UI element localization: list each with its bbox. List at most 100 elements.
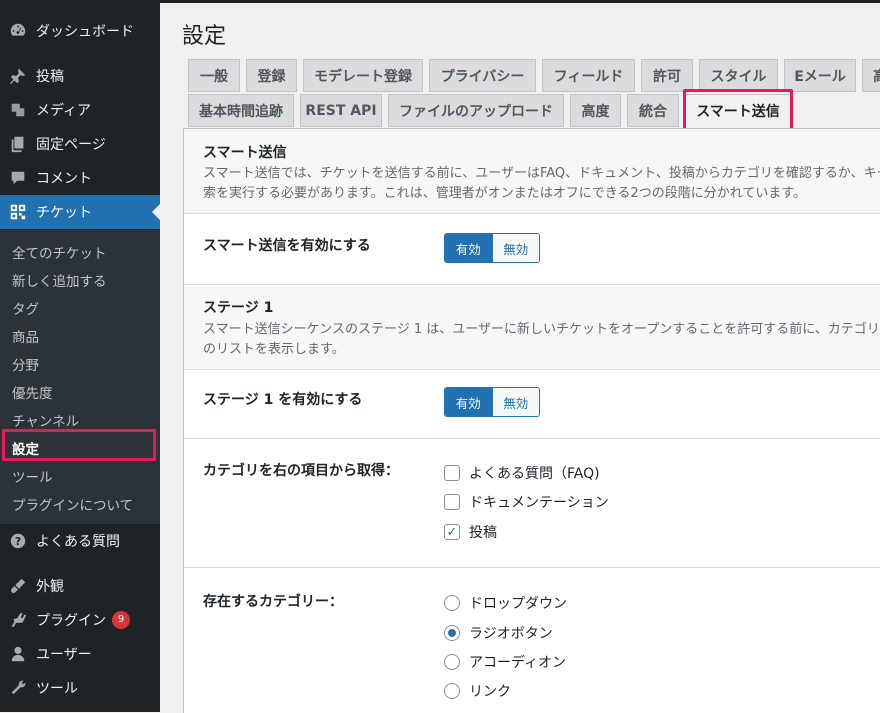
submenu-add-new[interactable]: 新しく追加する [12, 270, 107, 290]
source-posts-option[interactable]: ✓ 投稿 [444, 522, 497, 542]
tab-style[interactable]: スタイル [699, 59, 778, 92]
smart-submit-desc-line1: スマート送信では、チケットを送信する前に、ユーザーはFAQ、ドキュメント、投稿か… [203, 166, 880, 181]
enable-smart-submit-label: スマート送信を有効にする [203, 238, 371, 254]
dashboard-icon [0, 22, 36, 40]
submenu-fields[interactable]: 分野 [12, 354, 39, 374]
layout-links-radio[interactable] [444, 683, 460, 699]
submenu-about[interactable]: プラグインについて [12, 494, 133, 514]
menu-comments-label: コメント [36, 171, 92, 187]
tab-fields[interactable]: フィールド [542, 59, 635, 92]
source-docs-checkbox[interactable] [444, 494, 460, 510]
smart-submit-toggle-on[interactable]: 有効 [445, 234, 492, 262]
menu-appearance[interactable]: 外観 [0, 569, 160, 603]
menu-appearance-label: 外観 [36, 579, 64, 595]
submenu-products[interactable]: 商品 [12, 326, 39, 346]
stage1-section-header: ステージ 1 スマート送信シーケンスのステージ 1 は、ユーザーに新しいチケット… [184, 284, 880, 370]
smart-submit-toggle[interactable]: 有効 無効 [444, 233, 540, 263]
stage1-toggle[interactable]: 有効 無効 [444, 387, 540, 417]
smart-submit-section-header: スマート送信 スマート送信では、チケットを送信する前に、ユーザーはFAQ、ドキュ… [184, 129, 880, 214]
menu-pages[interactable]: 固定ページ [0, 127, 160, 161]
menu-dashboard[interactable]: ダッシュボード [0, 14, 160, 48]
submenu-tags[interactable]: タグ [12, 298, 39, 318]
submenu-all-tickets[interactable]: 全てのチケット [12, 242, 107, 262]
tickets-submenu: 全てのチケット 新しく追加する タグ 商品 分野 優先度 チャンネル 設定 ツー… [0, 230, 160, 524]
tab-email[interactable]: Eメール [784, 59, 856, 92]
menu-users[interactable]: ユーザー [0, 637, 160, 671]
tab-general[interactable]: 一般 [188, 59, 240, 92]
menu-media-label: メディア [36, 103, 92, 119]
stage1-title: ステージ 1 [203, 300, 274, 316]
help-icon: ? [0, 532, 36, 550]
enable-stage1-label: ステージ 1 を有効にする [203, 392, 363, 408]
smart-submit-desc-line2: 索を実行する必要があります。これは、管理者がオンまたはオフにできる2つの段階に分… [203, 186, 807, 201]
submenu-priority[interactable]: 優先度 [12, 382, 53, 402]
tab-moderate-registration[interactable]: モデレート登録 [303, 59, 423, 92]
svg-text:?: ? [15, 535, 21, 548]
settings-highlight-box [2, 429, 156, 461]
layout-dropdown-option[interactable]: ドロップダウン [444, 593, 567, 613]
source-faq-checkbox[interactable] [444, 465, 460, 481]
tickets-icon [0, 203, 36, 221]
menu-plugins[interactable]: プラグイン 9 [0, 603, 160, 637]
divider [184, 438, 880, 439]
smart-submit-toggle-off[interactable]: 無効 [491, 234, 539, 262]
admin-sidebar: ダッシュボード 投稿 メディア 固定ページ コメント チケット 全てのチケット … [0, 0, 160, 712]
source-docs-option[interactable]: ドキュメンテーション [444, 492, 609, 512]
menu-posts[interactable]: 投稿 [0, 59, 160, 93]
tab-time-tracking[interactable]: 基本時間追跡 [188, 94, 294, 127]
smart-submit-tab-highlight [683, 89, 793, 132]
settings-panel: スマート送信 スマート送信では、チケットを送信する前に、ユーザーはFAQ、ドキュ… [183, 128, 880, 713]
layout-radio-label: ラジオボタン [469, 626, 553, 642]
submenu-channels[interactable]: チャンネル [12, 410, 79, 430]
layout-radio-option[interactable]: ラジオボタン [444, 623, 553, 643]
page-title: 設定 [182, 24, 227, 49]
menu-tickets[interactable]: チケット [0, 195, 160, 229]
menu-faq-label: よくある質問 [36, 534, 120, 550]
stage1-toggle-off[interactable]: 無効 [491, 388, 539, 416]
menu-comments[interactable]: コメント [0, 161, 160, 195]
menu-dashboard-label: ダッシュボード [36, 24, 134, 40]
tab-rest-api[interactable]: REST API [300, 94, 382, 127]
plugins-update-badge: 9 [112, 611, 130, 629]
layout-dropdown-radio[interactable] [444, 595, 460, 611]
tab-privacy[interactable]: プライバシー [429, 59, 536, 92]
layout-links-label: リンク [469, 684, 511, 700]
layout-dropdown-label: ドロップダウン [469, 596, 567, 612]
layout-accordion-radio[interactable] [444, 654, 460, 670]
pin-icon [0, 67, 36, 85]
divider [184, 567, 880, 568]
source-posts-label: 投稿 [469, 525, 497, 541]
source-faq-option[interactable]: よくある質問（FAQ) [444, 463, 600, 483]
admin-topbar [160, 0, 880, 3]
category-source-label: カテゴリを右の項目から取得： [203, 463, 399, 479]
layout-radio-radio[interactable] [444, 625, 460, 641]
submenu-tools[interactable]: ツール [12, 466, 53, 486]
menu-tools-label: ツール [36, 681, 78, 697]
existing-categories-label: 存在するカテゴリー： [203, 594, 343, 610]
layout-accordion-option[interactable]: アコーディオン [444, 652, 566, 672]
tab-advanced[interactable]: 高度 [570, 94, 621, 127]
menu-tools[interactable]: ツール [0, 671, 160, 705]
layout-links-option[interactable]: リンク [444, 681, 511, 701]
source-faq-label: よくある質問（FAQ) [469, 466, 600, 482]
layout-accordion-label: アコーディオン [469, 655, 567, 671]
menu-plugins-label: プラグイン [36, 613, 106, 629]
menu-users-label: ユーザー [36, 647, 92, 663]
source-posts-checkbox[interactable]: ✓ [444, 524, 460, 540]
pages-icon [0, 135, 36, 153]
menu-tickets-label: チケット [36, 205, 92, 221]
tab-registration[interactable]: 登録 [246, 59, 297, 92]
smart-submit-title: スマート送信 [203, 145, 287, 161]
tab-permissions[interactable]: 許可 [641, 59, 693, 92]
menu-faq[interactable]: ? よくある質問 [0, 524, 160, 558]
tab-file-uploads[interactable]: ファイルのアップロード [388, 94, 564, 127]
menu-pages-label: 固定ページ [36, 137, 106, 153]
menu-media[interactable]: メディア [0, 93, 160, 127]
comment-icon [0, 169, 36, 187]
stage1-toggle-on[interactable]: 有効 [445, 388, 492, 416]
tab-advanced-truncated[interactable]: 高 [862, 59, 880, 92]
plugin-icon [0, 611, 36, 629]
tab-integrations[interactable]: 統合 [627, 94, 679, 127]
stage1-desc-line1: スマート送信シーケンスのステージ 1 は、ユーザーに新しいチケットをオープンする… [203, 322, 880, 337]
wrench-icon [0, 679, 36, 697]
